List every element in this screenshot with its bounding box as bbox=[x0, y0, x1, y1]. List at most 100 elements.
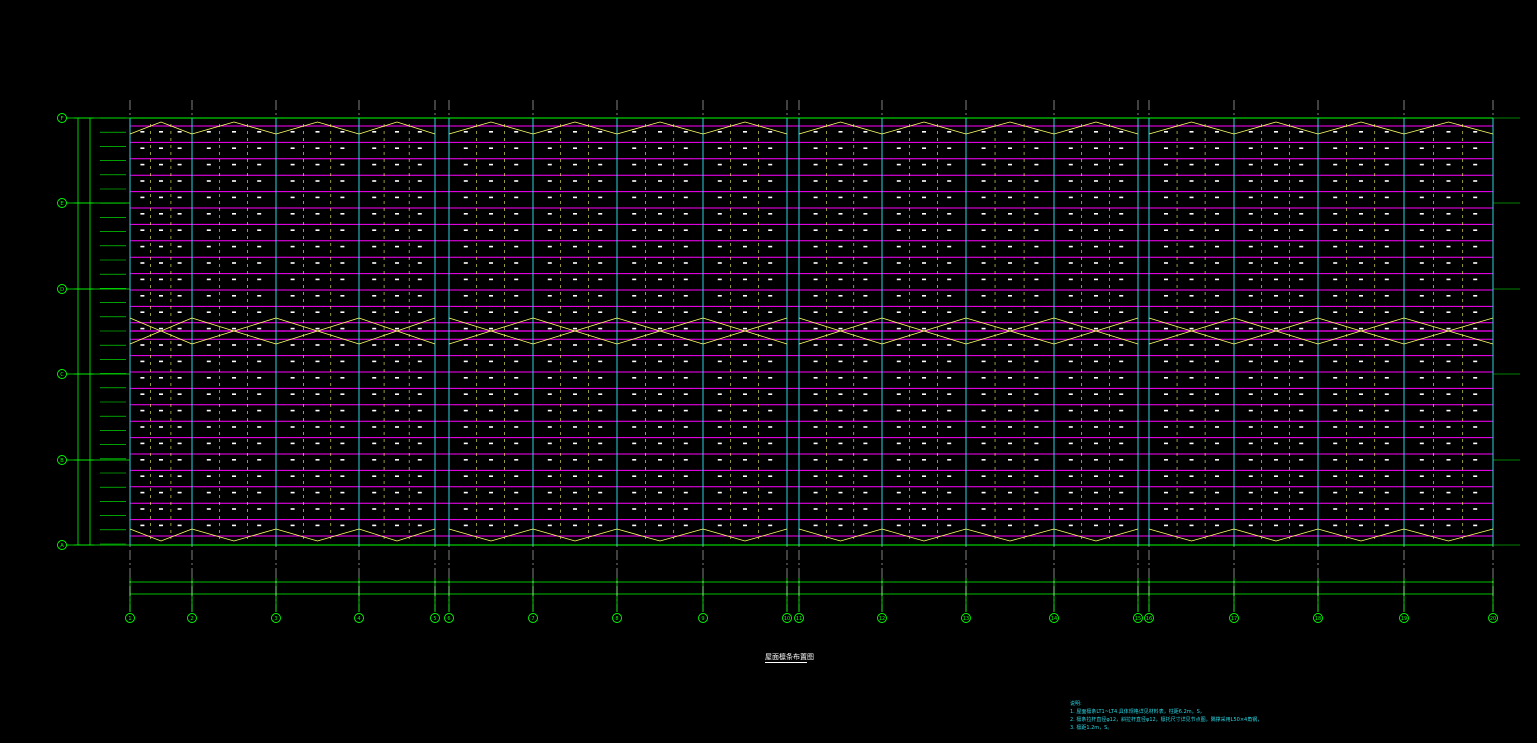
purlin-tag-mark bbox=[1008, 360, 1012, 363]
purlin-tag-mark bbox=[981, 459, 986, 461]
purlin-tag-mark bbox=[896, 196, 901, 199]
purlin-tag-mark bbox=[340, 491, 345, 494]
purlin-tag-mark bbox=[717, 229, 722, 231]
purlin-tag-mark bbox=[632, 245, 637, 248]
purlin-tag-mark bbox=[206, 393, 211, 395]
purlin-tag-mark bbox=[743, 491, 747, 494]
purlin-tag-mark bbox=[1359, 393, 1363, 395]
purlin-tag-mark bbox=[257, 475, 262, 477]
purlin-tag-mark bbox=[768, 524, 773, 527]
column-axis-label: 17 bbox=[1231, 616, 1237, 622]
purlin-tag-mark bbox=[598, 475, 603, 477]
purlin-tag-mark bbox=[813, 491, 818, 494]
purlin-tag-mark bbox=[863, 360, 868, 363]
purlin-tag-mark bbox=[1384, 196, 1389, 199]
purlin-tag-mark bbox=[257, 344, 262, 346]
purlin-tag-mark bbox=[1189, 491, 1194, 494]
purlin-tag-mark bbox=[981, 442, 986, 445]
eave-brace-bottom bbox=[702, 528, 788, 542]
purlin-tag-mark bbox=[717, 360, 722, 363]
purlin-tag-mark bbox=[632, 278, 637, 281]
purlin-tag-mark bbox=[813, 163, 818, 166]
purlin-tag-mark bbox=[489, 442, 493, 445]
purlin-tag-mark bbox=[632, 459, 637, 461]
purlin-tag-mark bbox=[658, 393, 662, 395]
purlin-tag-mark bbox=[1094, 213, 1098, 215]
purlin-tag-mark bbox=[1119, 491, 1124, 494]
purlin-tag-mark bbox=[232, 262, 236, 264]
purlin-tag-mark bbox=[1299, 426, 1304, 428]
purlin-tag-mark bbox=[177, 475, 182, 477]
purlin-tag-mark bbox=[838, 147, 843, 149]
purlin-tag-mark bbox=[232, 491, 236, 494]
purlin-tag-mark bbox=[896, 426, 901, 428]
purlin-tag-mark bbox=[372, 377, 377, 379]
purlin-tag-mark bbox=[290, 524, 295, 527]
purlin-tag-mark bbox=[573, 377, 577, 379]
purlin-tag-mark bbox=[489, 180, 493, 182]
eave-brace-bottom bbox=[129, 528, 193, 542]
purlin-tag-mark bbox=[1473, 442, 1478, 445]
purlin-tag-mark bbox=[395, 508, 399, 510]
purlin-tag-mark bbox=[947, 262, 952, 264]
purlin-tag-mark bbox=[1446, 262, 1451, 264]
purlin-tag-mark bbox=[257, 524, 262, 527]
purlin-tag-mark bbox=[717, 213, 722, 215]
purlin-tag-mark bbox=[1068, 409, 1073, 412]
purlin-tag-mark bbox=[813, 459, 818, 461]
purlin-tag-mark bbox=[717, 475, 722, 477]
purlin-tag-mark bbox=[1119, 327, 1124, 330]
purlin-tag-mark bbox=[658, 213, 662, 215]
purlin-tag-mark bbox=[177, 360, 182, 363]
purlin-tag-mark bbox=[232, 409, 236, 412]
purlin-tag-mark bbox=[1274, 426, 1278, 428]
purlin-tag-mark bbox=[658, 327, 662, 330]
purlin-tag-mark bbox=[813, 524, 818, 527]
purlin-tag-mark bbox=[257, 508, 262, 510]
purlin-tag-mark bbox=[1068, 360, 1073, 363]
purlin-tag-mark bbox=[372, 327, 377, 330]
purlin-tag-mark bbox=[140, 180, 145, 182]
purlin-tag-mark bbox=[1446, 327, 1451, 330]
purlin-tag-mark bbox=[1299, 327, 1304, 330]
row-axis-label: A bbox=[60, 543, 64, 549]
column-axis-label: 12 bbox=[879, 616, 885, 622]
purlin-tag-mark bbox=[1094, 311, 1098, 313]
purlin-tag-mark bbox=[1446, 147, 1451, 149]
purlin-tag-mark bbox=[340, 229, 345, 231]
purlin-lines bbox=[130, 117, 1493, 546]
purlin-tag-mark bbox=[1119, 393, 1124, 395]
purlin-tag-mark bbox=[658, 524, 662, 527]
purlin-tag-mark bbox=[922, 131, 926, 133]
purlin-tag-mark bbox=[896, 295, 901, 297]
purlin-tag-mark bbox=[1119, 508, 1124, 510]
purlin-tag-mark bbox=[1119, 426, 1124, 428]
purlin-tag-mark bbox=[1034, 245, 1039, 248]
purlin-tag-mark bbox=[1164, 295, 1168, 297]
purlin-tag-mark bbox=[717, 163, 722, 166]
purlin-tag-mark bbox=[896, 147, 901, 149]
purlin-tag-mark bbox=[514, 524, 519, 527]
purlin-tag-mark bbox=[1189, 344, 1194, 346]
purlin-tag-mark bbox=[1008, 475, 1012, 477]
purlin-tag-mark bbox=[395, 442, 399, 445]
purlin-tag-mark bbox=[489, 360, 493, 363]
purlin-tag-mark bbox=[717, 180, 722, 182]
purlin-tag-mark bbox=[206, 245, 211, 248]
purlin-tag-mark bbox=[947, 393, 952, 395]
purlin-tag-mark bbox=[838, 524, 843, 527]
purlin-tag-mark bbox=[922, 180, 926, 182]
purlin-tag-mark bbox=[1248, 245, 1253, 248]
purlin-tag-mark bbox=[947, 147, 952, 149]
purlin-tag-mark bbox=[598, 360, 603, 363]
purlin-tag-mark bbox=[1274, 229, 1278, 231]
purlin-tag-mark bbox=[1274, 377, 1278, 379]
purlin-tag-mark bbox=[1248, 360, 1253, 363]
purlin-tag-mark bbox=[717, 508, 722, 510]
purlin-tag-mark bbox=[896, 344, 901, 346]
purlin-tag-mark bbox=[1164, 442, 1168, 445]
purlin-tag-mark bbox=[1473, 245, 1478, 248]
purlin-tag-mark bbox=[177, 442, 182, 445]
purlin-tag-mark bbox=[257, 295, 262, 297]
purlin-tag-mark bbox=[514, 426, 519, 428]
